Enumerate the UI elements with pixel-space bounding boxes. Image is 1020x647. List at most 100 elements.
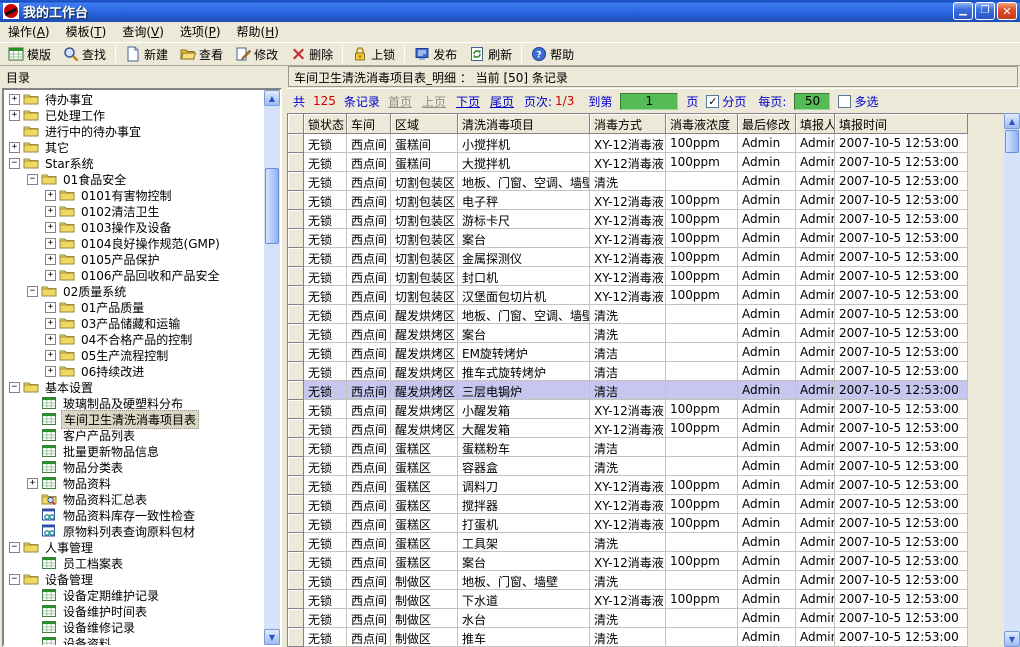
expand-icon[interactable]: + <box>45 350 56 361</box>
tree-item[interactable]: +01产品质量 <box>5 299 263 315</box>
tree-item-label[interactable]: 设备管理 <box>43 571 95 588</box>
tree-item-label[interactable]: 02质量系统 <box>61 283 128 300</box>
first-page-link[interactable]: 首页 <box>388 93 412 110</box>
tree-item[interactable]: 设备维修记录 <box>5 619 263 635</box>
tree-item[interactable]: +待办事宜 <box>5 91 263 107</box>
expand-icon[interactable]: + <box>45 190 56 201</box>
row-selector[interactable] <box>288 514 304 533</box>
tree-item[interactable]: +03产品储藏和运输 <box>5 315 263 331</box>
table-scroll-up-icon[interactable]: ▲ <box>1004 113 1020 129</box>
tree-item-label[interactable]: 人事管理 <box>43 539 95 556</box>
table-row[interactable]: 无锁西点间蛋糕区容器盒清洗AdminAdmin2007-10-5 12:53:0… <box>288 457 968 476</box>
expand-icon[interactable]: + <box>9 110 20 121</box>
tree-item-label[interactable]: 01食品安全 <box>61 171 128 188</box>
tree-item[interactable]: 客户产品列表 <box>5 427 263 443</box>
row-selector[interactable] <box>288 153 304 172</box>
tree-item-label[interactable]: 03产品储藏和运输 <box>79 315 182 332</box>
row-selector[interactable] <box>288 533 304 552</box>
tree-item[interactable]: − 01食品安全 <box>5 171 263 187</box>
table-row[interactable]: 无锁西点间制做区下水道XY-12消毒液100ppmAdminAdmin2007-… <box>288 590 968 609</box>
tree-item[interactable]: + 其它 <box>5 139 263 155</box>
row-selector[interactable] <box>288 229 304 248</box>
toolbar-button-edit[interactable]: 修改 <box>229 43 284 65</box>
row-selector[interactable] <box>288 267 304 286</box>
tree-item-label[interactable]: 其它 <box>43 139 71 156</box>
prev-page-link[interactable]: 上页 <box>422 93 446 110</box>
table-row[interactable]: 无锁西点间切割包装区金属探测仪XY-12消毒液100ppmAdminAdmin2… <box>288 248 968 267</box>
row-selector[interactable] <box>288 590 304 609</box>
tree-item-label[interactable]: 0104良好操作规范(GMP) <box>79 235 222 252</box>
column-header[interactable]: 消毒方式 <box>590 114 666 134</box>
row-selector[interactable] <box>288 305 304 324</box>
expand-icon[interactable]: + <box>45 254 56 265</box>
table-row[interactable]: 无锁西点间切割包装区游标卡尺XY-12消毒液100ppmAdminAdmin20… <box>288 210 968 229</box>
tree-item[interactable]: + 已处理工作 <box>5 107 263 123</box>
menu-item-4[interactable]: 帮助(H) <box>229 21 287 42</box>
tree-item[interactable]: −人事管理 <box>5 539 263 555</box>
collapse-icon[interactable]: − <box>9 382 20 393</box>
tree-scroll-thumb[interactable] <box>265 168 279 244</box>
tree-item-label[interactable]: 批量更新物品信息 <box>61 443 161 460</box>
column-header[interactable]: 消毒液浓度 <box>666 114 738 134</box>
table-row[interactable]: 无锁西点间切割包装区案台XY-12消毒液100ppmAdminAdmin2007… <box>288 229 968 248</box>
table-row[interactable]: 无锁西点间切割包装区电子秤XY-12消毒液100ppmAdminAdmin200… <box>288 191 968 210</box>
table-row[interactable]: 无锁西点间切割包装区封口机XY-12消毒液100ppmAdminAdmin200… <box>288 267 968 286</box>
menu-item-0[interactable]: 操作(A) <box>0 21 58 42</box>
tree-item[interactable]: 设备资料 <box>5 635 263 645</box>
tree-item-label[interactable]: 基本设置 <box>43 379 95 396</box>
column-header[interactable]: 填报人 <box>796 114 835 134</box>
tree-item-label[interactable]: 已处理工作 <box>43 107 107 124</box>
table-row[interactable]: 无锁西点间醒发烘烤区推车式旋转烤炉清洁AdminAdmin2007-10-5 1… <box>288 362 968 381</box>
tree-item-label[interactable]: 设备定期维护记录 <box>61 587 161 604</box>
row-selector[interactable] <box>288 286 304 305</box>
multiselect-checkbox[interactable] <box>838 95 851 108</box>
table-scroll-down-icon[interactable]: ▼ <box>1004 631 1020 647</box>
row-selector[interactable] <box>288 248 304 267</box>
row-selector[interactable] <box>288 495 304 514</box>
table-row[interactable]: 无锁西点间蛋糕区打蛋机XY-12消毒液100ppmAdminAdmin2007-… <box>288 514 968 533</box>
column-header[interactable]: 清洗消毒项目 <box>458 114 590 134</box>
collapse-icon[interactable]: − <box>27 286 38 297</box>
tree-item[interactable]: +05生产流程控制 <box>5 347 263 363</box>
column-header[interactable]: 区域 <box>391 114 458 134</box>
column-header[interactable]: 锁状态 <box>304 114 347 134</box>
row-selector[interactable] <box>288 172 304 191</box>
table-row[interactable]: 无锁西点间蛋糕间小搅拌机XY-12消毒液100ppmAdminAdmin2007… <box>288 134 968 153</box>
toolbar-button-lock[interactable]: 上锁 <box>346 43 401 65</box>
tree-item-label[interactable]: 06持续改进 <box>79 363 146 380</box>
close-button[interactable]: ✕ <box>997 2 1017 20</box>
minimize-button[interactable]: ▁ <box>953 2 973 20</box>
collapse-icon[interactable]: − <box>27 174 38 185</box>
row-selector[interactable] <box>288 571 304 590</box>
expand-icon[interactable]: + <box>9 142 20 153</box>
table-row[interactable]: 无锁西点间蛋糕区搅拌器XY-12消毒液100ppmAdminAdmin2007-… <box>288 495 968 514</box>
tree-item[interactable]: 设备定期维护记录 <box>5 587 263 603</box>
tree-item-label[interactable]: 0101有害物控制 <box>79 187 174 204</box>
table-row[interactable]: 无锁西点间蛋糕区蛋糕粉车清洁AdminAdmin2007-10-5 12:53:… <box>288 438 968 457</box>
tree-item-label[interactable]: 0102清洁卫生 <box>79 203 162 220</box>
expand-icon[interactable]: + <box>45 270 56 281</box>
table-row[interactable]: 无锁西点间醒发烘烤区案台清洗AdminAdmin2007-10-5 12:53:… <box>288 324 968 343</box>
row-selector[interactable] <box>288 438 304 457</box>
column-header[interactable]: 最后修改 <box>738 114 796 134</box>
tree-item[interactable]: − 基本设置 <box>5 379 263 395</box>
row-selector[interactable] <box>288 476 304 495</box>
table-row[interactable]: 无锁西点间蛋糕间大搅拌机XY-12消毒液100ppmAdminAdmin2007… <box>288 153 968 172</box>
toolbar-button-find[interactable]: 查找 <box>57 43 112 65</box>
tree-item[interactable]: +0103操作及设备 <box>5 219 263 235</box>
tree-item-label[interactable]: 0105产品保护 <box>79 251 162 268</box>
expand-icon[interactable]: + <box>9 94 20 105</box>
tree-item[interactable]: − 02质量系统 <box>5 283 263 299</box>
tree-item[interactable]: +0101有害物控制 <box>5 187 263 203</box>
toolbar-button-refresh[interactable]: 刷新 <box>463 43 518 65</box>
tree-item-label[interactable]: 05生产流程控制 <box>79 347 170 364</box>
table-row[interactable]: 无锁西点间蛋糕区案台XY-12消毒液100ppmAdminAdmin2007-1… <box>288 552 968 571</box>
expand-icon[interactable]: + <box>45 206 56 217</box>
tree-item-label[interactable]: 设备资料 <box>61 635 113 646</box>
tree-item[interactable]: −Star系统 <box>5 155 263 171</box>
row-selector[interactable] <box>288 210 304 229</box>
tree-item-label[interactable]: 04不合格产品的控制 <box>79 331 194 348</box>
toolbar-button-help[interactable]: ?帮助 <box>525 43 580 65</box>
row-selector[interactable] <box>288 552 304 571</box>
tree-item[interactable]: 物品分类表 <box>5 459 263 475</box>
